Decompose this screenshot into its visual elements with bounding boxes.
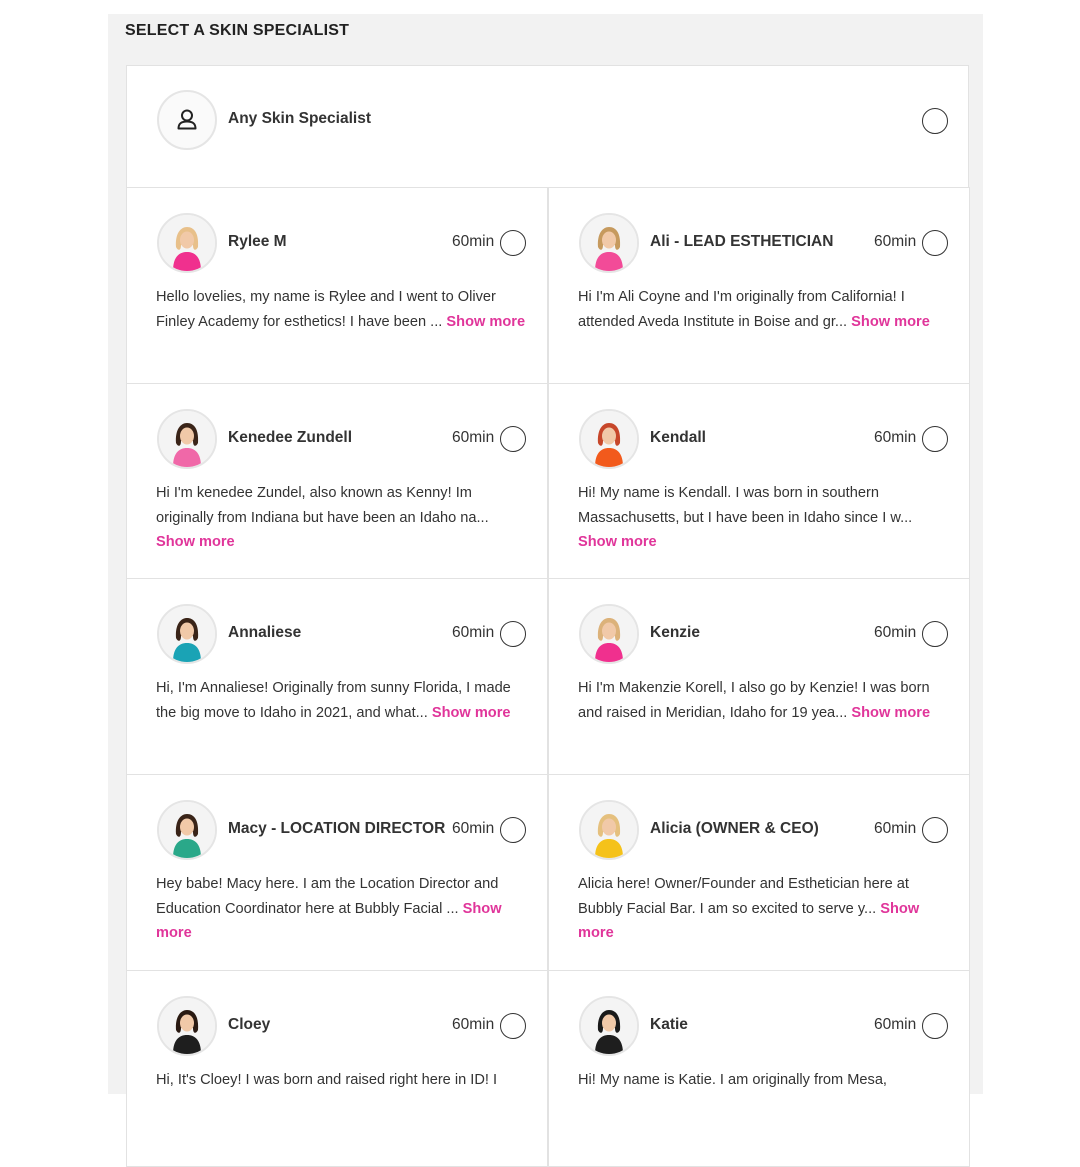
specialist-avatar (157, 800, 217, 860)
specialist-avatar (579, 604, 639, 664)
specialist-card[interactable]: Kenzie 60min Hi I'm Makenzie Korell, I als… (548, 578, 970, 775)
specialist-name: Kendall (650, 429, 706, 446)
specialist-duration: 60min (874, 820, 917, 837)
specialist-radio[interactable] (922, 230, 948, 256)
specialist-bio: Hi I'm Ali Coyne and I'm originally from… (578, 285, 948, 334)
specialist-duration: 60min (452, 1016, 495, 1033)
specialist-radio[interactable] (500, 817, 526, 843)
specialist-name: Katie (650, 1016, 688, 1033)
specialist-bio: Hey babe! Macy here. I am the Location D… (156, 872, 526, 946)
specialist-radio[interactable] (922, 1013, 948, 1039)
specialist-avatar (579, 213, 639, 273)
specialist-name: Kenzie (650, 624, 700, 641)
specialist-name: Alicia (OWNER & CEO) (650, 820, 819, 837)
specialist-bio-text: Hi! My name is Kendall. I was born in so… (578, 485, 913, 526)
specialist-avatar (579, 800, 639, 860)
specialist-card[interactable]: Cloey 60min Hi, It's Cloey! I was born and… (126, 970, 548, 1167)
specialist-bio: Alicia here! Owner/Founder and Esthetici… (578, 872, 948, 946)
specialist-duration: 60min (874, 233, 917, 250)
specialist-name: Ali - LEAD ESTHETICIAN (650, 233, 834, 250)
specialist-card[interactable]: Macy - LOCATION DIRECTOR 60min Hey babe! M… (126, 774, 548, 971)
specialist-avatar (579, 409, 639, 469)
specialist-card[interactable]: Rylee M 60min Hello lovelies, my name is R… (126, 187, 548, 384)
specialist-radio[interactable] (500, 621, 526, 647)
specialist-name: Annaliese (228, 624, 302, 641)
specialist-duration: 60min (452, 233, 495, 250)
specialist-duration: 60min (452, 820, 495, 837)
specialist-radio[interactable] (500, 426, 526, 452)
specialist-card[interactable]: Kenedee Zundell 60min Hi I'm kenedee Zunde… (126, 383, 548, 580)
specialist-avatar (157, 409, 217, 469)
specialist-bio: Hello lovelies, my name is Rylee and I w… (156, 285, 526, 334)
specialist-duration: 60min (874, 1016, 917, 1033)
specialist-card[interactable]: Alicia (OWNER & CEO) 60min Alicia here! Ow… (548, 774, 970, 971)
specialist-name: Macy - LOCATION DIRECTOR (228, 820, 446, 837)
specialist-name: Cloey (228, 1016, 271, 1033)
specialist-name: Rylee M (228, 233, 287, 250)
specialist-card[interactable]: Annaliese 60min Hi, I'm Annaliese! Origina… (126, 578, 548, 775)
specialist-bio-text: Hi! My name is Katie. I am originally fr… (578, 1072, 887, 1088)
user-outline-icon (157, 90, 217, 150)
show-more-link[interactable]: Show more (446, 314, 525, 330)
specialist-card[interactable]: Katie 60min Hi! My name is Katie. I am ori… (548, 970, 970, 1167)
specialist-bio-text: Hi I'm kenedee Zundel, also known as Ken… (156, 485, 489, 526)
show-more-link[interactable]: Show more (851, 705, 930, 721)
specialist-bio: Hi! My name is Katie. I am originally fr… (578, 1068, 948, 1093)
show-more-link[interactable]: Show more (851, 314, 930, 330)
specialist-card[interactable]: Kendall 60min Hi! My name is Kendall. I wa… (548, 383, 970, 580)
any-specialist-option[interactable]: Any Skin Specialist (126, 65, 969, 188)
specialist-bio: Hi I'm Makenzie Korell, I also go by Ken… (578, 676, 948, 725)
specialist-radio[interactable] (500, 230, 526, 256)
specialist-duration: 60min (452, 429, 495, 446)
specialist-bio-text: Hi, It's Cloey! I was born and raised ri… (156, 1072, 498, 1088)
specialist-duration: 60min (874, 429, 917, 446)
specialist-bio-text: Hey babe! Macy here. I am the Location D… (156, 876, 499, 917)
specialist-radio[interactable] (500, 1013, 526, 1039)
specialist-bio-text: Alicia here! Owner/Founder and Esthetici… (578, 876, 909, 917)
specialist-name: Kenedee Zundell (228, 429, 353, 446)
specialist-bio: Hi! My name is Kendall. I was born in so… (578, 481, 948, 555)
specialist-bio: Hi, I'm Annaliese! Originally from sunny… (156, 676, 526, 725)
specialist-bio: Hi, It's Cloey! I was born and raised ri… (156, 1068, 526, 1093)
show-more-link[interactable]: Show more (578, 534, 657, 550)
specialist-radio[interactable] (922, 817, 948, 843)
any-specialist-label: Any Skin Specialist (228, 110, 371, 127)
specialist-bio-text: Hello lovelies, my name is Rylee and I w… (156, 289, 496, 330)
specialist-radio[interactable] (922, 621, 948, 647)
specialist-card[interactable]: Ali - LEAD ESTHETICIAN 60min Hi I'm Ali Co… (548, 187, 970, 384)
specialist-bio: Hi I'm kenedee Zundel, also known as Ken… (156, 481, 526, 555)
specialist-duration: 60min (452, 624, 495, 641)
specialist-avatar (157, 996, 217, 1056)
show-more-link[interactable]: Show more (432, 705, 511, 721)
show-more-link[interactable]: Show more (156, 534, 235, 550)
specialist-duration: 60min (874, 624, 917, 641)
specialist-radio[interactable] (922, 426, 948, 452)
specialist-avatar (157, 604, 217, 664)
panel-title: SELECT A SKIN SPECIALIST (125, 22, 350, 39)
any-specialist-radio[interactable] (922, 108, 948, 134)
specialist-avatar (157, 213, 217, 273)
specialist-panel: SELECT A SKIN SPECIALIST Any Skin Specia… (108, 14, 983, 1167)
specialist-avatar (579, 996, 639, 1056)
